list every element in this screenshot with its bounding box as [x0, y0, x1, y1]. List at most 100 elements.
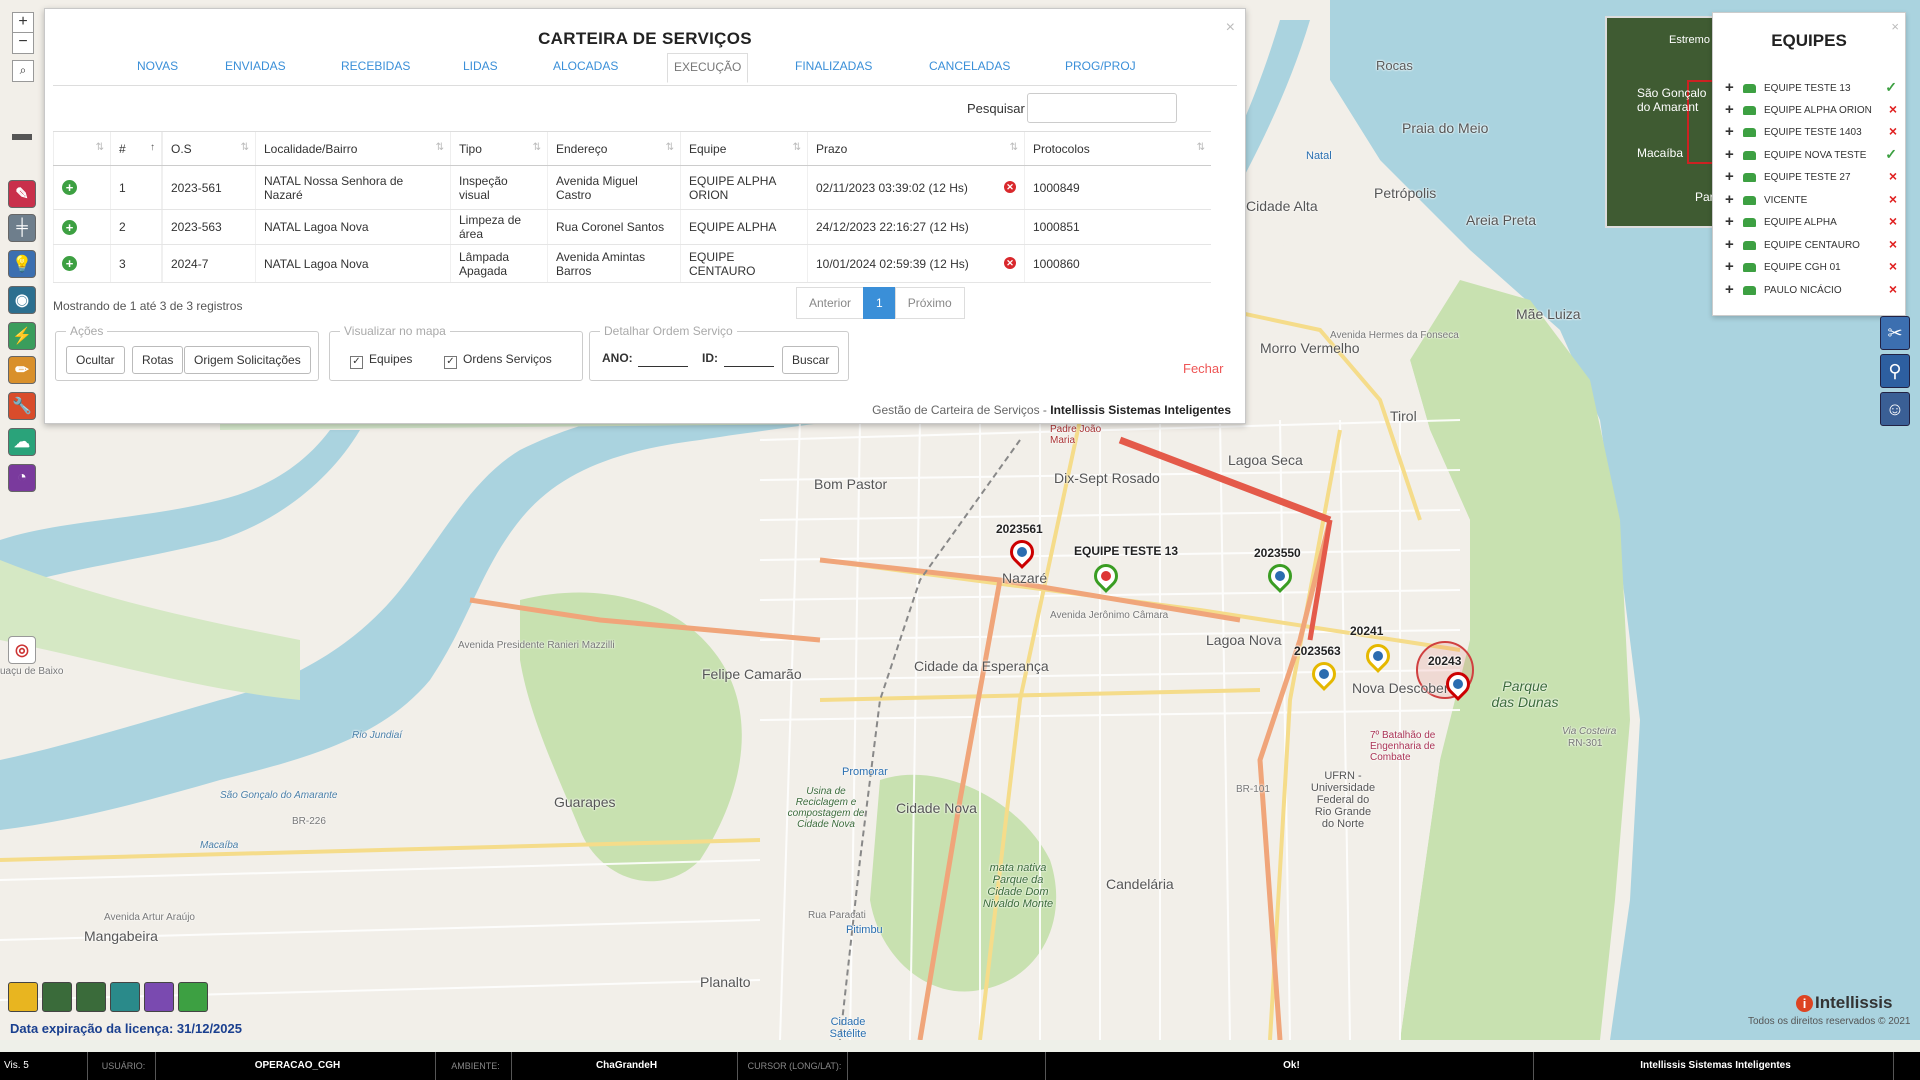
pencil-icon[interactable]: ✏	[8, 356, 36, 384]
lightbulb-icon[interactable]: 💡	[8, 250, 36, 278]
expand-plus-icon[interactable]: +	[62, 180, 77, 195]
row-os: 2024-7	[162, 244, 256, 283]
ano-input[interactable]	[638, 350, 688, 367]
scale-handle[interactable]	[12, 134, 32, 140]
plus-icon[interactable]: +	[1725, 169, 1734, 184]
tab-finalizadas[interactable]: FINALIZADAS	[795, 59, 872, 73]
map-label-cidade-nova: Cidade Nova	[896, 800, 977, 816]
expand-plus-icon[interactable]: +	[62, 219, 77, 235]
tab-lidas[interactable]: LIDAS	[463, 59, 498, 73]
row-num: 3	[110, 244, 162, 283]
ordens-servicos-checkbox[interactable]: ✓ Ordens Serviços	[444, 352, 552, 369]
expand-cell[interactable]: +	[53, 244, 111, 283]
tab-prog-proj[interactable]: PROG/PROJ	[1065, 59, 1136, 73]
tab-alocadas[interactable]: ALOCADAS	[553, 59, 618, 73]
arrow-left-icon[interactable]	[42, 982, 72, 1012]
col-endereco[interactable]: Endereço ⇅	[547, 131, 681, 166]
equipe-item[interactable]: + EQUIPE CGH 01 ×	[1725, 258, 1897, 278]
tab-canceladas[interactable]: CANCELADAS	[929, 59, 1010, 73]
plus-icon[interactable]: +	[1725, 147, 1734, 162]
equipe-item[interactable]: + PAULO NICÁCIO ×	[1725, 281, 1897, 301]
copyright: Todos os direitos reservados © 2021	[1748, 1016, 1911, 1027]
equipe-item[interactable]: + EQUIPE ALPHA ×	[1725, 213, 1897, 233]
page-1-button[interactable]: 1	[863, 287, 896, 319]
compass-icon[interactable]: ◉	[8, 286, 36, 314]
tab-execucao[interactable]: EXECUÇÃO	[667, 53, 749, 83]
arrow-right-icon[interactable]	[76, 982, 106, 1012]
license-expiration: Data expiração da licença: 31/12/2025	[10, 1021, 242, 1036]
equipe-item[interactable]: + EQUIPE CENTAURO ×	[1725, 236, 1897, 256]
antenna-icon[interactable]: ⚲	[1880, 354, 1910, 388]
chat-icon[interactable]	[178, 982, 208, 1012]
plus-icon[interactable]: +	[1725, 102, 1734, 117]
col-os[interactable]: O.S ⇅	[162, 131, 256, 166]
next-page-button[interactable]: Próximo	[894, 287, 965, 319]
lightning-icon[interactable]: ⚡	[8, 322, 36, 350]
zoom-search-icon[interactable]: ⌕	[12, 60, 34, 82]
table-row[interactable]: + 2 2023-563 NATAL Lagoa Nova Limpeza de…	[53, 209, 1211, 245]
equipe-item[interactable]: + VICENTE ×	[1725, 191, 1897, 211]
worker-icon[interactable]: ☺	[1880, 392, 1910, 426]
origem-solicitacoes-button[interactable]: Origem Solicitações	[184, 346, 311, 374]
pie-chart-icon[interactable]: ◔	[8, 464, 36, 492]
tab-recebidas[interactable]: RECEBIDAS	[341, 59, 410, 73]
overview-minimap[interactable]: Estremo São Gonçalo do Amarant Macaíba P…	[1605, 16, 1719, 228]
plus-icon[interactable]: +	[1725, 214, 1734, 229]
expand-cell[interactable]: +	[53, 209, 111, 245]
save-icon[interactable]	[110, 982, 140, 1012]
close-icon[interactable]: ×	[1226, 19, 1235, 37]
col-expand[interactable]: ⇅	[53, 131, 111, 166]
expand-cell[interactable]: +	[53, 165, 111, 210]
rotas-button[interactable]: Rotas	[132, 346, 184, 374]
col-prazo[interactable]: Prazo ⇅	[807, 131, 1025, 166]
zoom-out-button[interactable]: −	[12, 32, 34, 54]
cross-icon: ×	[1888, 213, 1897, 229]
map-label-candelaria: Candelária	[1106, 876, 1174, 892]
search-label: Pesquisar	[967, 101, 1025, 116]
equipes-checkbox[interactable]: ✓ Equipes	[350, 352, 412, 369]
col-num[interactable]: # ↑	[110, 131, 162, 166]
equipe-item[interactable]: + EQUIPE NOVA TESTE ✓	[1725, 146, 1897, 166]
prev-page-button[interactable]: Anterior	[796, 287, 865, 319]
col-protocolos[interactable]: Protocolos ⇅	[1024, 131, 1211, 166]
equipe-item[interactable]: + EQUIPE TESTE 1403 ×	[1725, 123, 1897, 143]
plus-icon[interactable]: +	[1725, 80, 1734, 95]
zoom-in-button[interactable]: +	[12, 12, 34, 34]
cloud-upload-icon[interactable]: ☁	[8, 428, 36, 456]
map-label-cidade-da-esperanca: Cidade da Esperança	[914, 658, 1049, 674]
palette-icon[interactable]	[144, 982, 174, 1012]
fechar-link[interactable]: Fechar	[1183, 361, 1223, 376]
row-num: 2	[110, 209, 162, 245]
grid-icon[interactable]	[8, 982, 38, 1012]
table-row[interactable]: + 1 2023-561 NATAL Nossa Senhora de Naza…	[53, 165, 1211, 210]
expand-plus-icon[interactable]: +	[62, 256, 77, 271]
eraser-icon[interactable]: ✎	[8, 180, 36, 208]
close-icon[interactable]: ×	[1891, 19, 1899, 34]
map-label-br101: BR-101	[1236, 784, 1270, 795]
map-label-rn301: RN-301	[1568, 738, 1603, 749]
plus-icon[interactable]: +	[1725, 124, 1734, 139]
ocultar-button[interactable]: Ocultar	[66, 346, 125, 374]
equipe-item[interactable]: + EQUIPE TESTE 27 ×	[1725, 168, 1897, 188]
col-localidade[interactable]: Localidade/Bairro ⇅	[255, 131, 451, 166]
plus-icon[interactable]: +	[1725, 237, 1734, 252]
buscar-button[interactable]: Buscar	[782, 346, 840, 374]
search-input[interactable]	[1027, 93, 1177, 123]
equipe-item[interactable]: + EQUIPE ALPHA ORION ×	[1725, 101, 1897, 121]
plus-icon[interactable]: +	[1725, 192, 1734, 207]
panel-title: CARTEIRA DE SERVIÇOS	[538, 29, 752, 48]
cross-icon: ×	[1888, 101, 1897, 117]
target-icon[interactable]: ◎	[8, 636, 36, 664]
tab-novas[interactable]: NOVAS	[137, 59, 178, 73]
plus-icon[interactable]: +	[1725, 259, 1734, 274]
table-row[interactable]: + 3 2024-7 NATAL Lagoa Nova Lâmpada Apag…	[53, 244, 1211, 283]
tools-icon[interactable]: ✂	[1880, 316, 1910, 350]
col-equipe[interactable]: Equipe ⇅	[680, 131, 808, 166]
measure-icon[interactable]: ╪	[8, 214, 36, 242]
wrench-icon[interactable]: 🔧	[8, 392, 36, 420]
plus-icon[interactable]: +	[1725, 282, 1734, 297]
col-tipo[interactable]: Tipo ⇅	[450, 131, 548, 166]
id-input[interactable]	[724, 350, 774, 367]
tab-enviadas[interactable]: ENVIADAS	[225, 59, 286, 73]
equipe-item[interactable]: + EQUIPE TESTE 13 ✓	[1725, 79, 1897, 99]
